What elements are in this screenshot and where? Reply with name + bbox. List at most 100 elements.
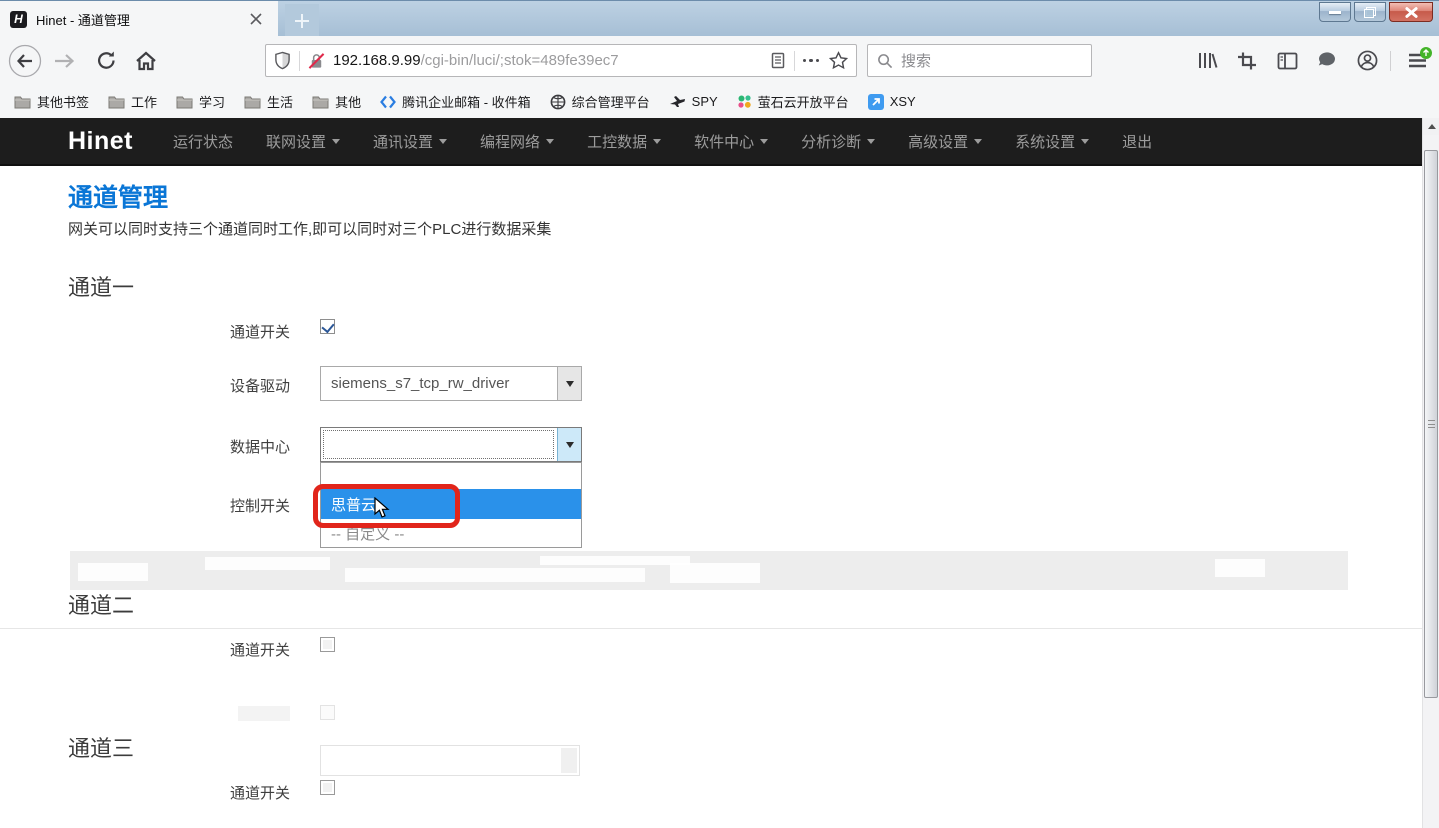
bookmark-folder-work[interactable]: 工作 bbox=[108, 92, 157, 111]
page-actions-icon[interactable] bbox=[803, 59, 820, 63]
search-icon bbox=[877, 53, 893, 69]
nav-logout[interactable]: 退出 bbox=[1122, 131, 1152, 152]
url-path: /cgi-bin/luci/;stok=489fe39ec7 bbox=[421, 52, 770, 69]
chevron-down-icon bbox=[332, 139, 340, 144]
scrollbar-grip-icon bbox=[1428, 420, 1435, 428]
focus-outline bbox=[323, 430, 554, 459]
folder-icon bbox=[14, 95, 31, 109]
nav-items: 运行状态 联网设置 通讯设置 编程网络 工控数据 软件中心 分析诊断 高级设置 … bbox=[173, 131, 1185, 152]
device-driver-value: siemens_s7_tcp_rw_driver bbox=[331, 375, 509, 392]
window-titlebar: H Hinet - 通道管理 bbox=[0, 0, 1439, 36]
account-button[interactable] bbox=[1352, 36, 1382, 85]
chevron-down-icon bbox=[867, 139, 875, 144]
xsy-arrow-icon bbox=[868, 94, 884, 110]
url-host: 192.168.9.99 bbox=[333, 52, 421, 69]
nav-run-status[interactable]: 运行状态 bbox=[173, 131, 233, 152]
refresh-button[interactable] bbox=[90, 36, 122, 85]
bookmark-folder-other[interactable]: 其他书签 bbox=[14, 92, 89, 111]
channel2-switch-label: 通道开关 bbox=[68, 639, 290, 660]
channel3-heading: 通道三 bbox=[68, 731, 134, 763]
repaint-artifact-band bbox=[70, 551, 1348, 590]
globe-icon bbox=[550, 94, 566, 110]
divider bbox=[1390, 51, 1391, 71]
back-button[interactable] bbox=[6, 36, 44, 85]
site-favicon-icon: H bbox=[10, 11, 27, 28]
bookmark-folder-life[interactable]: 生活 bbox=[244, 92, 293, 111]
nav-advanced-settings[interactable]: 高级设置 bbox=[908, 131, 982, 152]
browser-toolbar: 192.168.9.99 /cgi-bin/luci/;stok=489fe39… bbox=[0, 36, 1439, 85]
url-bar[interactable]: 192.168.9.99 /cgi-bin/luci/;stok=489fe39… bbox=[265, 44, 857, 77]
search-placeholder: 搜索 bbox=[901, 50, 931, 71]
library-button[interactable] bbox=[1192, 36, 1222, 85]
nav-system-settings[interactable]: 系统设置 bbox=[1015, 131, 1089, 152]
bookmark-folder-misc[interactable]: 其他 bbox=[312, 92, 361, 111]
search-input[interactable]: 搜索 bbox=[867, 44, 1092, 77]
restore-button[interactable] bbox=[1354, 2, 1386, 22]
section-divider bbox=[0, 628, 1422, 629]
tab-title: Hinet - 通道管理 bbox=[36, 10, 244, 29]
new-tab-button[interactable] bbox=[285, 4, 319, 37]
nav-network-settings[interactable]: 联网设置 bbox=[266, 131, 340, 152]
divider bbox=[794, 51, 795, 71]
triangle-up-icon bbox=[1428, 124, 1436, 129]
bookmark-spy[interactable]: SPY bbox=[669, 94, 718, 109]
folder-icon bbox=[108, 95, 125, 109]
channel3-switch-checkbox[interactable] bbox=[320, 780, 335, 795]
site-navbar: Hinet 运行状态 联网设置 通讯设置 编程网络 工控数据 软件中心 分析诊断… bbox=[0, 118, 1422, 166]
restore-icon bbox=[1364, 7, 1376, 18]
bookmarks-bar: 其他书签 工作 学习 生活 其他 腾讯企业邮箱 - 收件箱 综合管理平台 SPY… bbox=[0, 85, 1439, 118]
minimize-icon bbox=[1329, 11, 1341, 14]
bookmark-mgmt-platform[interactable]: 综合管理平台 bbox=[550, 92, 650, 111]
forward-button[interactable] bbox=[48, 36, 80, 85]
folder-icon bbox=[176, 95, 193, 109]
channel1-datacenter-label: 数据中心 bbox=[68, 436, 290, 457]
chevron-down-icon bbox=[653, 139, 661, 144]
page-content: 通道管理 网关可以同时支持三个通道同时工作,即可以同时对三个PLC进行数据采集 … bbox=[0, 166, 1422, 828]
page-subtitle: 网关可以同时支持三个通道同时工作,即可以同时对三个PLC进行数据采集 bbox=[68, 218, 551, 239]
bookmark-xsy[interactable]: XSY bbox=[868, 94, 916, 110]
minimize-button[interactable] bbox=[1319, 2, 1351, 22]
channel1-switch-checkbox[interactable] bbox=[320, 319, 335, 334]
repaint-artifact-checkbox bbox=[320, 705, 335, 720]
insecure-lock-icon[interactable] bbox=[308, 52, 325, 70]
nav-diagnostics[interactable]: 分析诊断 bbox=[801, 131, 875, 152]
sidebar-button[interactable] bbox=[1272, 36, 1302, 85]
folder-icon bbox=[312, 95, 329, 109]
tencent-mail-icon bbox=[380, 95, 396, 109]
chevron-down-icon bbox=[546, 139, 554, 144]
mouse-cursor-icon bbox=[374, 497, 391, 520]
home-button[interactable] bbox=[130, 36, 162, 85]
nav-industrial-data[interactable]: 工控数据 bbox=[587, 131, 661, 152]
channel3-switch-label: 通道开关 bbox=[68, 782, 290, 803]
device-driver-select[interactable]: siemens_s7_tcp_rw_driver bbox=[320, 366, 582, 401]
close-icon bbox=[1405, 7, 1418, 18]
close-button[interactable] bbox=[1389, 2, 1433, 22]
menu-button[interactable] bbox=[1400, 36, 1434, 85]
nav-software-center[interactable]: 软件中心 bbox=[694, 131, 768, 152]
browser-tab[interactable]: H Hinet - 通道管理 bbox=[0, 1, 278, 37]
nav-comm-settings[interactable]: 通讯设置 bbox=[373, 131, 447, 152]
chevron-down-icon bbox=[760, 139, 768, 144]
bookmark-ezviz[interactable]: 萤石云开放平台 bbox=[737, 92, 849, 111]
chevron-down-icon bbox=[566, 442, 574, 448]
reader-mode-icon[interactable] bbox=[770, 52, 786, 69]
select-arrow-button[interactable] bbox=[557, 367, 581, 400]
scrollbar-up-button[interactable] bbox=[1423, 118, 1439, 135]
repaint-artifact-label bbox=[238, 706, 290, 721]
tracking-shield-icon[interactable] bbox=[274, 51, 291, 70]
select-arrow-button[interactable] bbox=[557, 428, 581, 461]
channel2-switch-checkbox[interactable] bbox=[320, 637, 335, 652]
tab-close-icon[interactable] bbox=[244, 7, 268, 31]
bookmark-star-icon[interactable] bbox=[829, 51, 848, 70]
datacenter-select[interactable] bbox=[320, 427, 582, 462]
page-scrollbar[interactable] bbox=[1422, 118, 1439, 828]
messages-button[interactable] bbox=[1312, 36, 1342, 85]
brand-logo[interactable]: Hinet bbox=[68, 127, 133, 156]
bookmark-tencent-mail[interactable]: 腾讯企业邮箱 - 收件箱 bbox=[380, 92, 531, 111]
folder-icon bbox=[244, 95, 261, 109]
screenshot-button[interactable] bbox=[1232, 36, 1262, 85]
page-title: 通道管理 bbox=[68, 178, 168, 214]
nav-programming-network[interactable]: 编程网络 bbox=[480, 131, 554, 152]
scrollbar-thumb[interactable] bbox=[1424, 150, 1438, 698]
bookmark-folder-study[interactable]: 学习 bbox=[176, 92, 225, 111]
